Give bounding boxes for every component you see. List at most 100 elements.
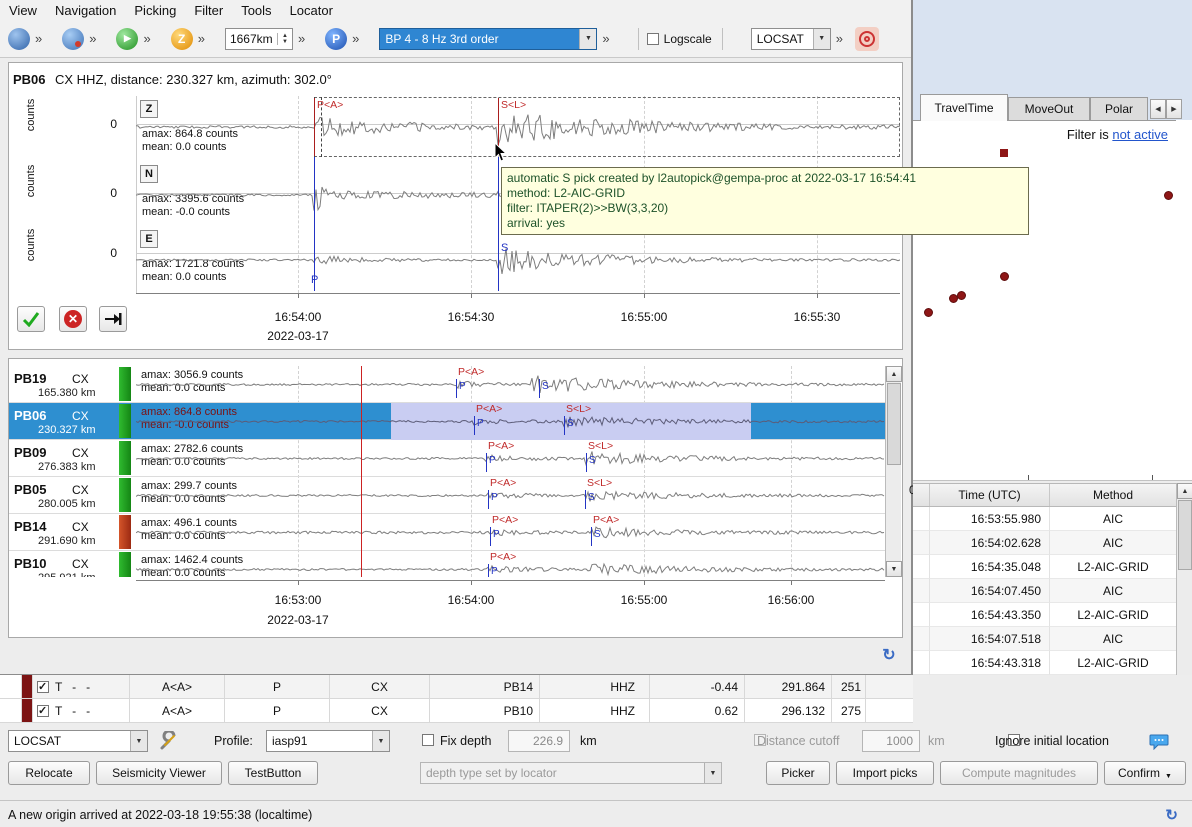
trace-list-row-pb09[interactable]: PB09 CX 276.383 km amax: 2782.6 counts m…: [9, 440, 885, 477]
locator-combobox[interactable]: LOCSAT▼: [8, 730, 148, 752]
s-pick-line[interactable]: [564, 416, 565, 435]
menu-view[interactable]: View: [0, 1, 46, 20]
arrival-used-checkbox[interactable]: [37, 705, 49, 717]
p-pick-line[interactable]: [486, 453, 487, 472]
toolbar-extension-chevron[interactable]: »: [352, 31, 359, 46]
arrival-row[interactable]: 16:53:55.980AIC: [913, 507, 1176, 531]
fix-depth-checkbox[interactable]: [422, 734, 434, 746]
s-pick-line[interactable]: [539, 379, 540, 398]
menu-navigation[interactable]: Navigation: [46, 1, 125, 20]
cutoff-input[interactable]: 1000: [862, 730, 920, 752]
filter-status-link[interactable]: not active: [1112, 127, 1168, 142]
p-pick-line[interactable]: [314, 157, 315, 291]
auto-p-pick-label[interactable]: P<A>: [492, 514, 518, 526]
reject-pick-button[interactable]: ✕: [59, 306, 87, 332]
waveform[interactable]: [136, 366, 885, 403]
status-refresh-icon[interactable]: ↻: [1165, 806, 1178, 824]
menu-tools[interactable]: Tools: [232, 1, 280, 20]
arrival-used-checkbox[interactable]: [37, 681, 49, 693]
column-header-method[interactable]: Method: [1050, 484, 1176, 506]
trace-list-scrollbar[interactable]: ▲ ▼: [885, 366, 901, 577]
s-pick-line[interactable]: [591, 527, 592, 546]
auto-p-pick-label[interactable]: P<A>: [490, 477, 516, 489]
comment-button[interactable]: [1146, 729, 1172, 753]
toolbar-extension-chevron[interactable]: »: [836, 31, 843, 46]
trace-list-row-pb14[interactable]: PB14 CX 291.690 km amax: 496.1 counts me…: [9, 514, 885, 551]
p-pick-line[interactable]: [490, 527, 491, 546]
auto-s-pick-label[interactable]: S<L>: [588, 440, 613, 452]
import-picks-button[interactable]: Import picks: [836, 761, 934, 785]
scroll-down-arrow[interactable]: ▼: [886, 561, 902, 577]
arrival-row[interactable]: 16:54:07.518AIC: [913, 627, 1176, 651]
auto-p-pick-line[interactable]: [314, 98, 315, 156]
locator-settings-button[interactable]: [156, 729, 182, 753]
seismicity-viewer-button[interactable]: Seismicity Viewer: [96, 761, 222, 785]
toolbar-extension-chevron[interactable]: »: [298, 31, 305, 46]
commit-target-icon[interactable]: [855, 27, 879, 51]
p-pick-line[interactable]: [488, 564, 489, 577]
auto-pick-label[interactable]: P<A>: [593, 514, 619, 526]
scroll-up-arrow[interactable]: ▲: [886, 366, 902, 382]
p-pick-label[interactable]: P: [311, 274, 318, 286]
depth-input[interactable]: 226.9: [508, 730, 570, 752]
tab-moveout[interactable]: MoveOut: [1008, 97, 1090, 121]
auto-s-pick-label[interactable]: S<L>: [501, 99, 526, 111]
phase-p-icon[interactable]: P: [325, 28, 347, 50]
depth-type-combobox[interactable]: depth type set by locator▼: [420, 762, 722, 784]
locator-combobox-toolbar[interactable]: LOCSAT ▼: [751, 28, 831, 50]
trace-list-row-pb05[interactable]: PB05 CX 280.005 km amax: 299.7 counts me…: [9, 477, 885, 514]
relocate-green-icon[interactable]: ▶: [116, 28, 138, 50]
auto-p-pick-label[interactable]: P<A>: [458, 366, 484, 378]
spinbox-arrows[interactable]: ▲▼: [277, 33, 292, 45]
toolbar-extension-chevron[interactable]: »: [198, 31, 205, 46]
arrival-row[interactable]: 16:54:07.450AIC: [913, 579, 1176, 603]
arrival-row[interactable]: 16:54:35.048L2-AIC-GRID: [913, 555, 1176, 579]
menu-picking[interactable]: Picking: [125, 1, 185, 20]
zoom-selection-rect[interactable]: [314, 97, 900, 157]
trace-list-row-pb06-selected[interactable]: PB06 CX 230.327 km amax: 864.8 counts me…: [9, 403, 885, 440]
toolbar-extension-chevron[interactable]: »: [143, 31, 150, 46]
overview-globe-icon[interactable]: [8, 28, 30, 50]
compute-magnitudes-button[interactable]: Compute magnitudes: [940, 761, 1098, 785]
confirm-button[interactable]: Confirm▼: [1104, 761, 1186, 785]
picker-button[interactable]: Picker: [766, 761, 830, 785]
tab-polar[interactable]: Polar: [1090, 97, 1148, 121]
scrollbar-thumb[interactable]: [887, 383, 901, 465]
arrival-row[interactable]: 16:54:43.318L2-AIC-GRID: [913, 651, 1176, 675]
scrollbar-thumb[interactable]: [1178, 500, 1192, 570]
time-window-spinbox[interactable]: 1667km ▲▼: [225, 28, 293, 50]
waveform-e[interactable]: [136, 227, 900, 293]
arrival-row-pb10[interactable]: T - - A<A> P CX PB10 HHZ 0.62 296.132 27…: [0, 699, 913, 723]
auto-p-pick-label[interactable]: P<A>: [476, 403, 502, 415]
tab-scroll-right-arrow[interactable]: ▶: [1166, 99, 1182, 119]
auto-p-pick-label[interactable]: P<A>: [490, 551, 516, 563]
column-header-time[interactable]: Time (UTC): [930, 484, 1050, 506]
menu-locator[interactable]: Locator: [281, 1, 342, 20]
auto-p-pick-label[interactable]: P<A>: [488, 440, 514, 452]
logscale-checkbox[interactable]: [647, 33, 659, 45]
refresh-view-icon[interactable]: ↻: [876, 644, 902, 666]
test-button[interactable]: TestButton: [228, 761, 318, 785]
profile-combobox[interactable]: iasp91▼: [266, 730, 390, 752]
s-pick-line[interactable]: [585, 490, 586, 509]
s-pick-label[interactable]: S: [501, 242, 508, 254]
p-pick-line[interactable]: [456, 379, 457, 398]
auto-s-pick-label[interactable]: S<L>: [566, 403, 591, 415]
trace-list-row-pb19[interactable]: PB19 CX 165.380 km amax: 3056.9 counts m…: [9, 366, 885, 403]
p-pick-line[interactable]: [488, 490, 489, 509]
relocate-button[interactable]: Relocate: [8, 761, 90, 785]
toolbar-extension-chevron[interactable]: »: [89, 31, 96, 46]
map-sphere-icon[interactable]: [62, 28, 84, 50]
arrival-row-pb14[interactable]: T - - A<A> P CX PB14 HHZ -0.44 291.864 2…: [0, 675, 913, 699]
apply-next-button[interactable]: [99, 306, 127, 332]
arrival-row[interactable]: 16:54:43.350L2-AIC-GRID: [913, 603, 1176, 627]
auto-p-pick-label[interactable]: P<A>: [317, 99, 343, 111]
arrival-row[interactable]: 16:54:02.628AIC: [913, 531, 1176, 555]
auto-s-pick-label[interactable]: S<L>: [587, 477, 612, 489]
component-z-icon[interactable]: Z: [171, 28, 193, 50]
tab-traveltime[interactable]: TravelTime: [920, 94, 1008, 121]
s-pick-line[interactable]: [586, 453, 587, 472]
menu-filter[interactable]: Filter: [185, 1, 232, 20]
accept-pick-button[interactable]: [17, 306, 45, 332]
p-pick-line[interactable]: [474, 416, 475, 435]
